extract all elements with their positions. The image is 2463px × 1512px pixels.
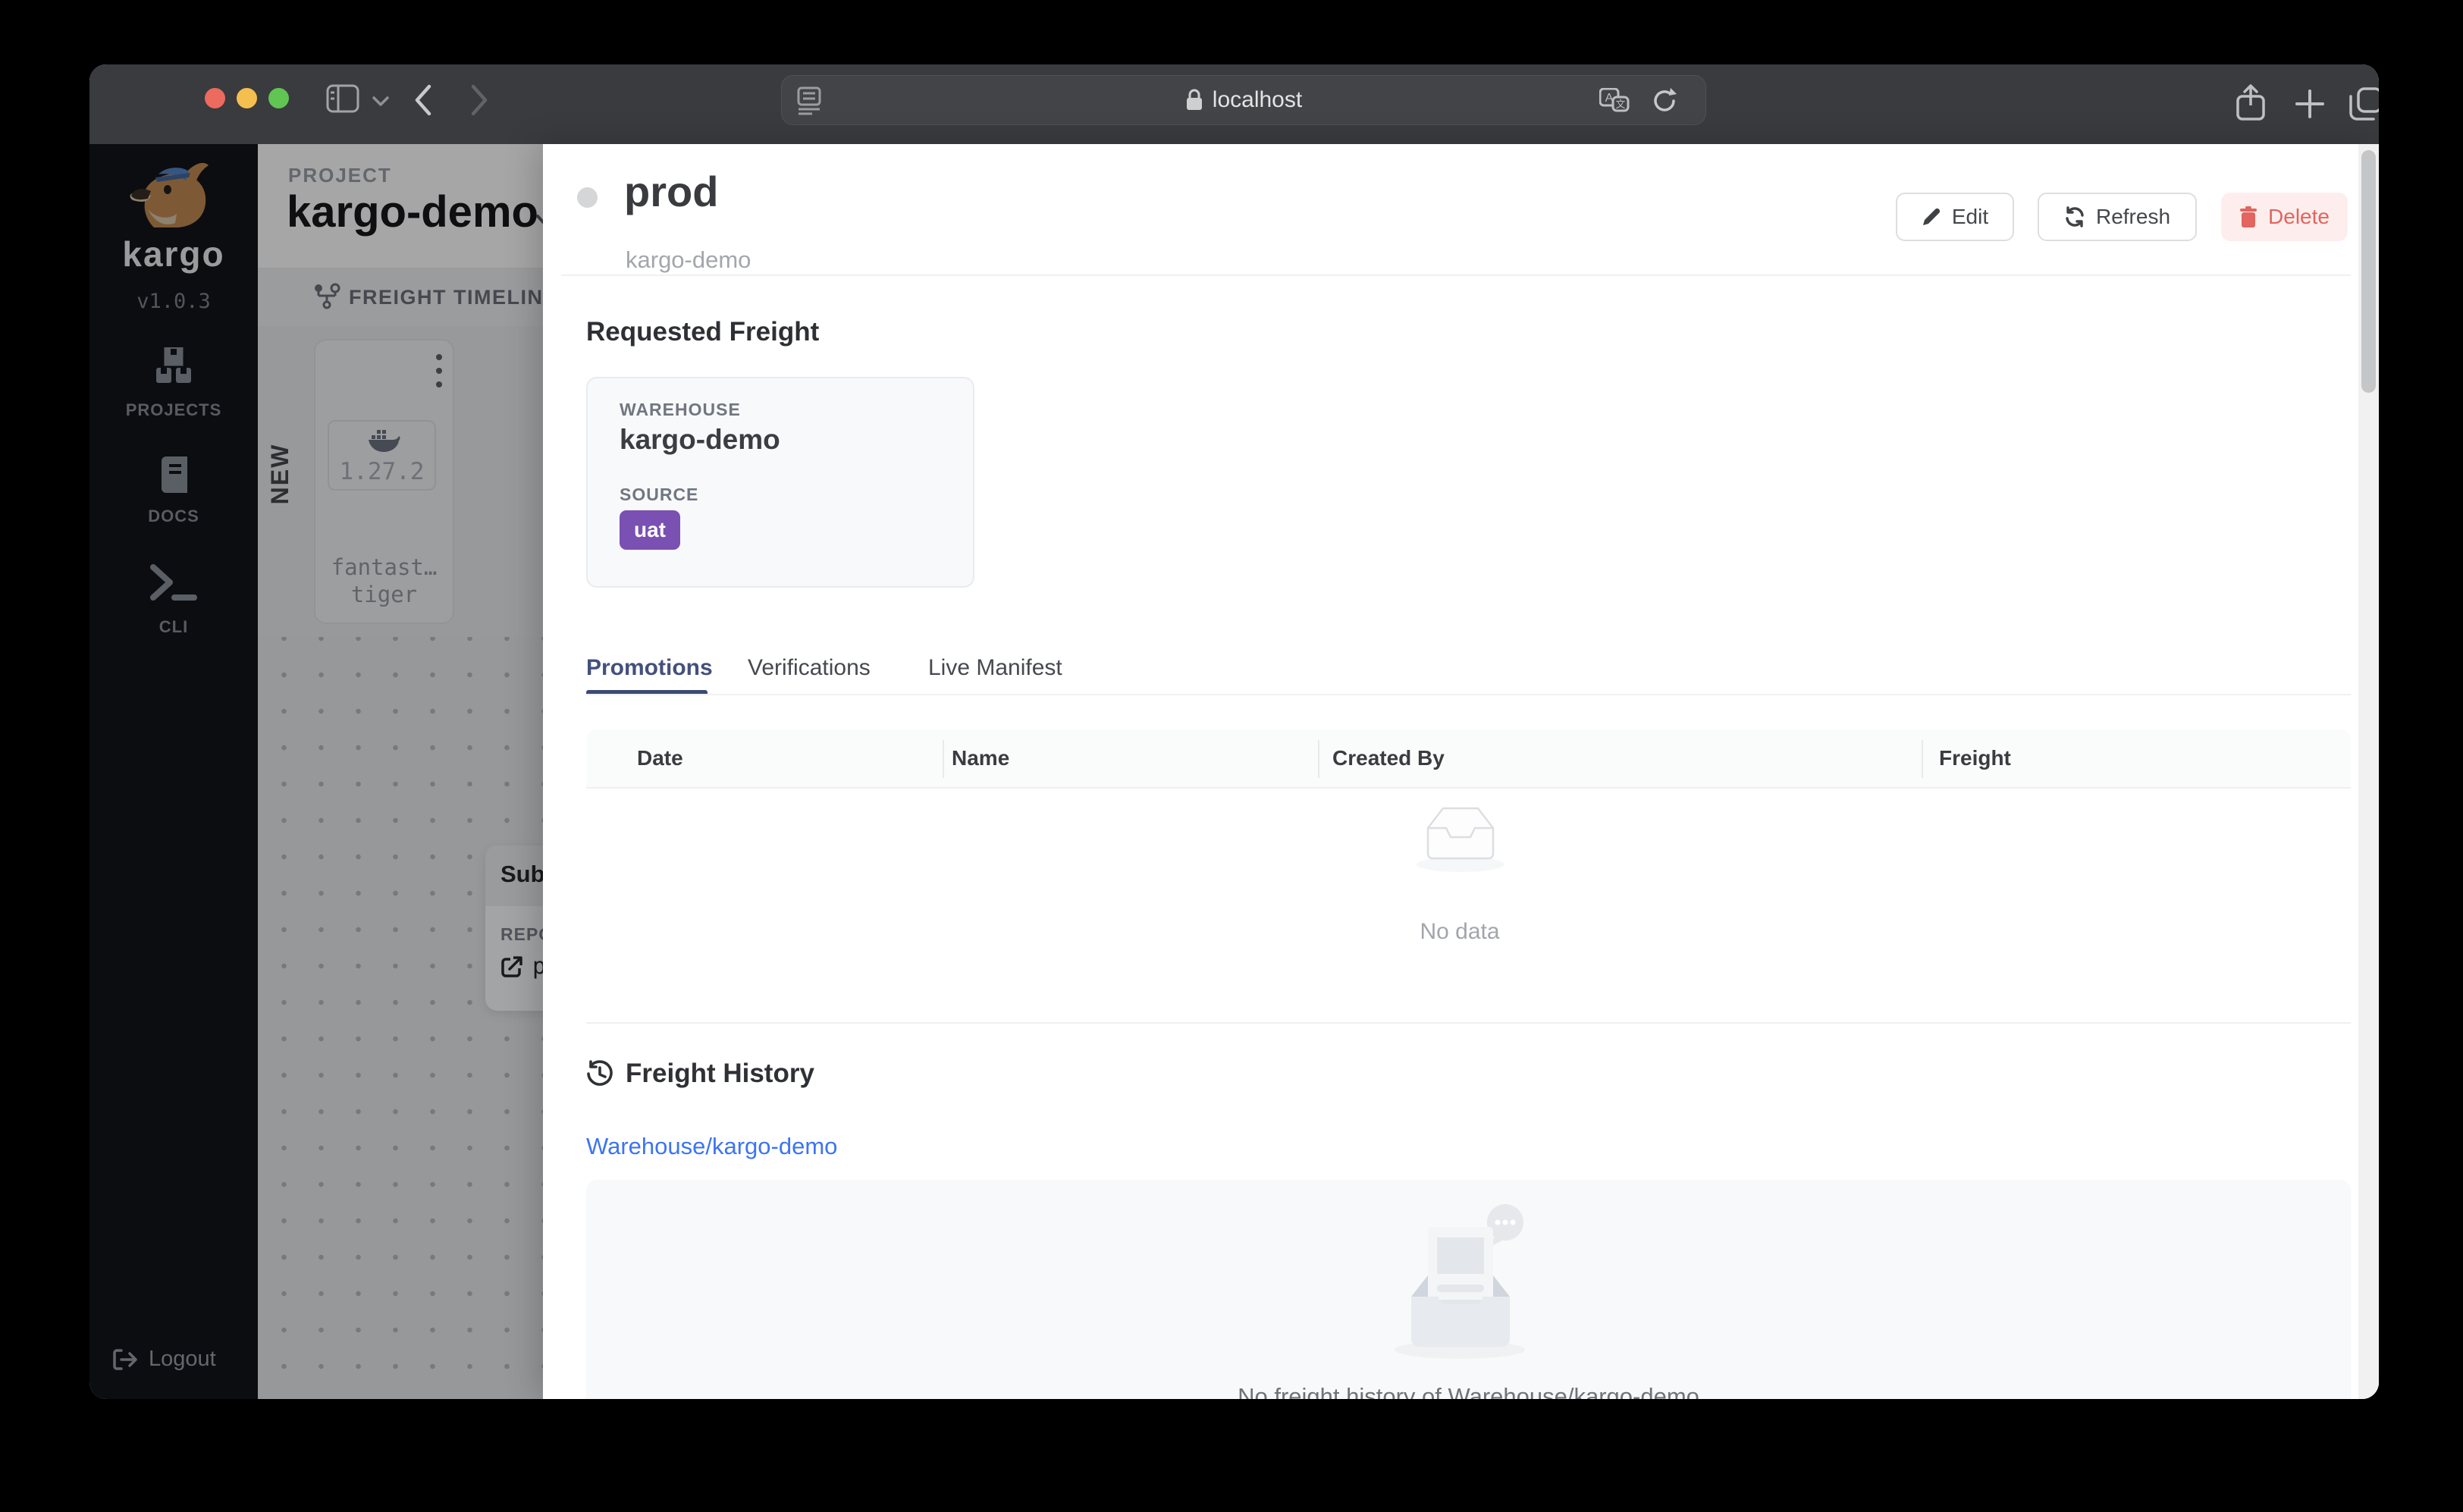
trash-icon [2239,206,2257,227]
scrollbar-thumb[interactable] [2361,150,2376,393]
column-separator [1922,740,1923,778]
lock-icon [1185,89,1203,111]
column-separator [1318,740,1319,778]
requested-freight-heading: Requested Freight [586,317,820,347]
source-badge[interactable]: uat [620,510,680,550]
screenshot-root: localhost A文 kargo v1.0.3 PROJECTS DOCS … [0,0,2463,1512]
stage-details-drawer: prod kargo-demo Edit Refresh Delete Requ… [543,144,2379,1399]
close-window-button[interactable] [205,88,225,108]
refresh-label: Refresh [2095,205,2171,228]
forward-icon[interactable] [469,83,490,117]
tab-overview-icon[interactable] [2348,86,2379,122]
url-text[interactable]: localhost [1213,87,1302,113]
sidebar-toggle-icon[interactable] [326,84,359,113]
reload-icon[interactable] [1651,86,1678,115]
browser-toolbar: localhost A文 [89,64,2379,144]
tab-verifications[interactable]: Verifications [748,655,871,681]
stage-subtitle: kargo-demo [626,246,751,273]
freight-history-heading: Freight History [626,1059,814,1088]
minimize-window-button[interactable] [237,88,257,108]
delete-button[interactable]: Delete [2221,193,2348,241]
warehouse-value: kargo-demo [620,424,780,455]
freight-history-empty-text: No freight history of Warehouse/kargo-de… [1238,1383,1699,1399]
stage-title: prod [624,168,719,215]
table-empty-text: No data [1420,919,1500,944]
refresh-button[interactable]: Refresh [2038,193,2197,241]
browser-window: localhost A文 kargo v1.0.3 PROJECTS DOCS … [89,64,2379,1399]
requested-freight-card: WAREHOUSE kargo-demo SOURCE uat [586,377,974,588]
warehouse-link[interactable]: Warehouse/kargo-demo [586,1133,837,1160]
refresh-icon [2064,206,2085,227]
stage-status-dot [577,187,598,208]
warehouse-label: WAREHOUSE [620,400,741,419]
empty-history-illustration [1375,1201,1557,1372]
address-bar[interactable]: localhost A文 [781,75,1706,125]
header-divider [561,274,2351,276]
new-tab-icon[interactable] [2295,89,2325,119]
column-separator [943,740,944,778]
delete-label: Delete [2268,205,2330,228]
column-header-name: Name [952,746,1010,770]
table-bottom-border [586,1022,2351,1024]
edit-label: Edit [1951,205,1989,228]
empty-inbox-icon [1414,801,1507,877]
chevron-down-icon[interactable] [372,96,389,107]
svg-text:文: 文 [1615,99,1625,110]
freight-history-heading-row: Freight History [586,1059,814,1089]
tab-live-manifest[interactable]: Live Manifest [928,655,1062,681]
table-header-row: Date Name Created By Freight [586,729,2351,789]
history-icon [586,1060,613,1087]
pencil-icon [1922,207,1941,227]
tabs-divider [586,694,2351,695]
share-icon[interactable] [2236,83,2266,122]
column-header-created-by: Created By [1332,746,1445,770]
translate-icon[interactable]: A文 [1599,88,1630,114]
source-label: SOURCE [620,485,699,504]
back-icon[interactable] [413,83,434,117]
scrollbar-track[interactable] [2358,144,2379,1399]
freight-history-empty-box: No freight history of Warehouse/kargo-de… [586,1180,2351,1399]
column-header-date: Date [637,746,683,770]
column-header-freight: Freight [1939,746,2011,770]
edit-button[interactable]: Edit [1896,193,2014,241]
page-content: kargo v1.0.3 PROJECTS DOCS CLI Logout PR… [89,144,2379,1399]
fullscreen-window-button[interactable] [268,88,289,108]
tab-promotions[interactable]: Promotions [586,655,713,681]
